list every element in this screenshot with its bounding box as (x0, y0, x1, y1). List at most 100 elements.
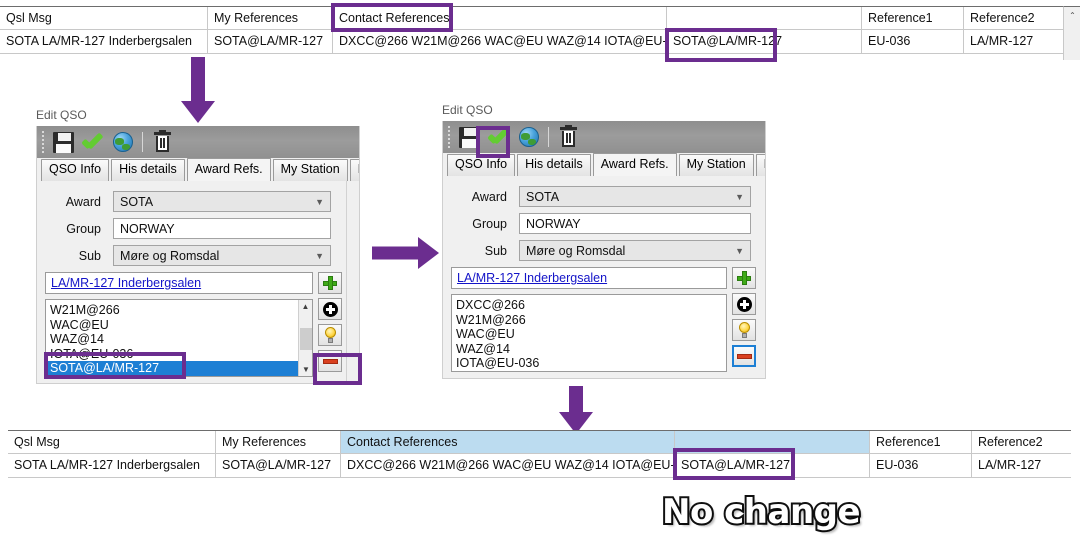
hint-button[interactable] (318, 324, 342, 346)
cell-reference1[interactable]: EU-036 (862, 30, 964, 54)
hint-button[interactable] (732, 319, 756, 341)
listbox-scrollbar-left[interactable]: ▲ ▼ (298, 300, 312, 376)
cell-my-references[interactable]: SOTA@LA/MR-127 (216, 454, 341, 478)
list-item[interactable]: DXCC@266 (452, 298, 726, 313)
top-grid-data-row[interactable]: SOTA LA/MR-127 Inderbergsalen SOTA@LA/MR… (0, 30, 1063, 54)
column-header-reference2[interactable]: Reference2 (964, 7, 1063, 30)
column-header-blank[interactable] (667, 7, 862, 30)
column-header-reference1[interactable]: Reference1 (870, 431, 972, 454)
top-grid-header-row: Qsl Msg My References Contact References… (0, 6, 1063, 30)
green-check-icon[interactable] (484, 122, 514, 152)
column-header-my-references[interactable]: My References (216, 431, 341, 454)
column-header-qsl-msg[interactable]: Qsl Msg (0, 7, 208, 30)
dialog-title-left: Edit QSO (36, 108, 87, 122)
tab-award-refs[interactable]: Award Refs. (186, 158, 271, 181)
column-header-contact-references[interactable]: Contact References (341, 431, 675, 454)
lookup-reference-button[interactable] (318, 298, 342, 320)
column-header-blank[interactable] (675, 431, 870, 454)
scrollbar-thumb[interactable] (300, 328, 312, 350)
group-value: NORWAY (526, 216, 581, 231)
list-item[interactable]: W21M@266 (452, 313, 726, 328)
list-item[interactable]: WAZ@14 (46, 332, 312, 347)
tab-qso-info[interactable]: QSO Info (447, 154, 516, 176)
toolbar-separator (548, 127, 549, 147)
chevron-down-icon[interactable]: ▼ (735, 246, 744, 256)
tab-my-qsl[interactable]: My Q (755, 154, 765, 176)
list-item[interactable]: WAC@EU (46, 318, 312, 333)
column-header-my-references[interactable]: My References (208, 7, 333, 30)
sub-label: Sub (484, 243, 507, 258)
add-reference-button[interactable] (318, 272, 342, 294)
toolbar-grip-icon[interactable] (39, 130, 46, 154)
references-listbox-right[interactable]: DXCC@266 W21M@266 WAC@EU WAZ@14 IOTA@EU-… (451, 294, 727, 372)
add-reference-button[interactable] (732, 267, 756, 289)
cell-reference1[interactable]: EU-036 (870, 454, 972, 478)
tab-qso-info[interactable]: QSO Info (41, 159, 110, 181)
column-header-reference1[interactable]: Reference1 (862, 7, 964, 30)
trash-icon[interactable] (147, 127, 177, 157)
tab-my-station[interactable]: My Station (678, 154, 754, 176)
cell-contact-references-overflow[interactable]: SOTA@LA/MR-127 (675, 454, 870, 478)
globe-icon[interactable] (108, 127, 138, 157)
group-input[interactable]: NORWAY (519, 213, 751, 234)
list-item-selected[interactable]: SOTA@LA/MR-127 (46, 361, 312, 376)
cell-reference2[interactable]: LA/MR-127 (972, 454, 1071, 478)
column-header-qsl-msg[interactable]: Qsl Msg (8, 431, 216, 454)
globe-icon[interactable] (514, 122, 544, 152)
award-combo[interactable]: SOTA ▼ (113, 191, 331, 212)
tab-strip-right[interactable]: QSO Info His details Award Refs. My Stat… (443, 153, 765, 176)
top-records-grid[interactable]: Qsl Msg My References Contact References… (0, 6, 1063, 54)
reference-link[interactable]: LA/MR-127 Inderbergsalen (51, 276, 201, 290)
list-item[interactable]: IOTA@EU-036 (46, 347, 312, 362)
award-value: SOTA (526, 189, 560, 204)
toolbar-grip-icon[interactable] (445, 125, 452, 149)
green-check-icon[interactable] (78, 127, 108, 157)
top-grid-vertical-scrollbar[interactable]: ⌃ (1063, 6, 1080, 60)
bottom-grid-data-row[interactable]: SOTA LA/MR-127 Inderbergsalen SOTA@LA/MR… (8, 454, 1071, 478)
cell-qsl-msg[interactable]: SOTA LA/MR-127 Inderbergsalen (0, 30, 208, 54)
reference-link-box-left[interactable]: LA/MR-127 Inderbergsalen (45, 272, 313, 294)
cell-contact-references[interactable]: DXCC@266 W21M@266 WAC@EU WAZ@14 IOTA@EU-… (341, 454, 675, 478)
cell-reference2[interactable]: LA/MR-127 (964, 30, 1063, 54)
save-icon[interactable] (48, 127, 78, 157)
remove-reference-button[interactable] (318, 350, 342, 372)
cell-my-references[interactable]: SOTA@LA/MR-127 (208, 30, 333, 54)
list-item[interactable]: WAZ@14 (452, 342, 726, 357)
award-refs-panel-right: Award SOTA ▼ Group NORWAY Sub Møre og Ro… (443, 176, 765, 378)
list-item[interactable]: IOTA@EU-036 (452, 356, 726, 371)
tab-my-qsl[interactable]: My Q (349, 159, 359, 181)
trash-icon[interactable] (553, 122, 583, 152)
chevron-down-icon[interactable]: ▼ (315, 251, 324, 261)
cell-qsl-msg[interactable]: SOTA LA/MR-127 Inderbergsalen (8, 454, 216, 478)
cell-contact-references[interactable]: DXCC@266 W21M@266 WAC@EU WAZ@14 IOTA@EU-… (333, 30, 667, 54)
column-header-reference2[interactable]: Reference2 (972, 431, 1071, 454)
save-icon[interactable] (454, 122, 484, 152)
reference-link-box-right[interactable]: LA/MR-127 Inderbergsalen (451, 267, 727, 289)
column-header-contact-references[interactable]: Contact References (333, 7, 667, 30)
dialog-body-left: QSO Info His details Award Refs. My Stat… (36, 126, 360, 384)
scroll-up-arrow-icon[interactable]: ▲ (299, 300, 312, 313)
sub-combo[interactable]: Møre og Romsdal ▼ (519, 240, 751, 261)
sub-combo[interactable]: Møre og Romsdal ▼ (113, 245, 331, 266)
list-item[interactable]: W21M@266 (46, 303, 312, 318)
tab-strip-left[interactable]: QSO Info His details Award Refs. My Stat… (37, 158, 359, 181)
cell-contact-references-overflow[interactable]: SOTA@LA/MR-127 (667, 30, 862, 54)
group-input[interactable]: NORWAY (113, 218, 331, 239)
scroll-up-arrow-icon[interactable]: ⌃ (1064, 7, 1080, 24)
toolbar-separator (142, 132, 143, 152)
tab-award-refs[interactable]: Award Refs. (592, 153, 677, 176)
list-item[interactable]: WAC@EU (452, 327, 726, 342)
remove-reference-button[interactable] (732, 345, 756, 367)
tab-his-details[interactable]: His details (517, 154, 591, 176)
references-listbox-left[interactable]: W21M@266 WAC@EU WAZ@14 IOTA@EU-036 SOTA@… (45, 299, 313, 377)
dialog-clip-scrollbar-left[interactable] (346, 181, 359, 383)
chevron-down-icon[interactable]: ▼ (735, 192, 744, 202)
bottom-records-grid[interactable]: Qsl Msg My References Contact References… (8, 430, 1071, 478)
award-combo[interactable]: SOTA ▼ (519, 186, 751, 207)
tab-my-station[interactable]: My Station (272, 159, 348, 181)
lookup-reference-button[interactable] (732, 293, 756, 315)
reference-link[interactable]: LA/MR-127 Inderbergsalen (457, 271, 607, 285)
tab-his-details[interactable]: His details (111, 159, 185, 181)
chevron-down-icon[interactable]: ▼ (315, 197, 324, 207)
scroll-down-arrow-icon[interactable]: ▼ (299, 363, 312, 376)
